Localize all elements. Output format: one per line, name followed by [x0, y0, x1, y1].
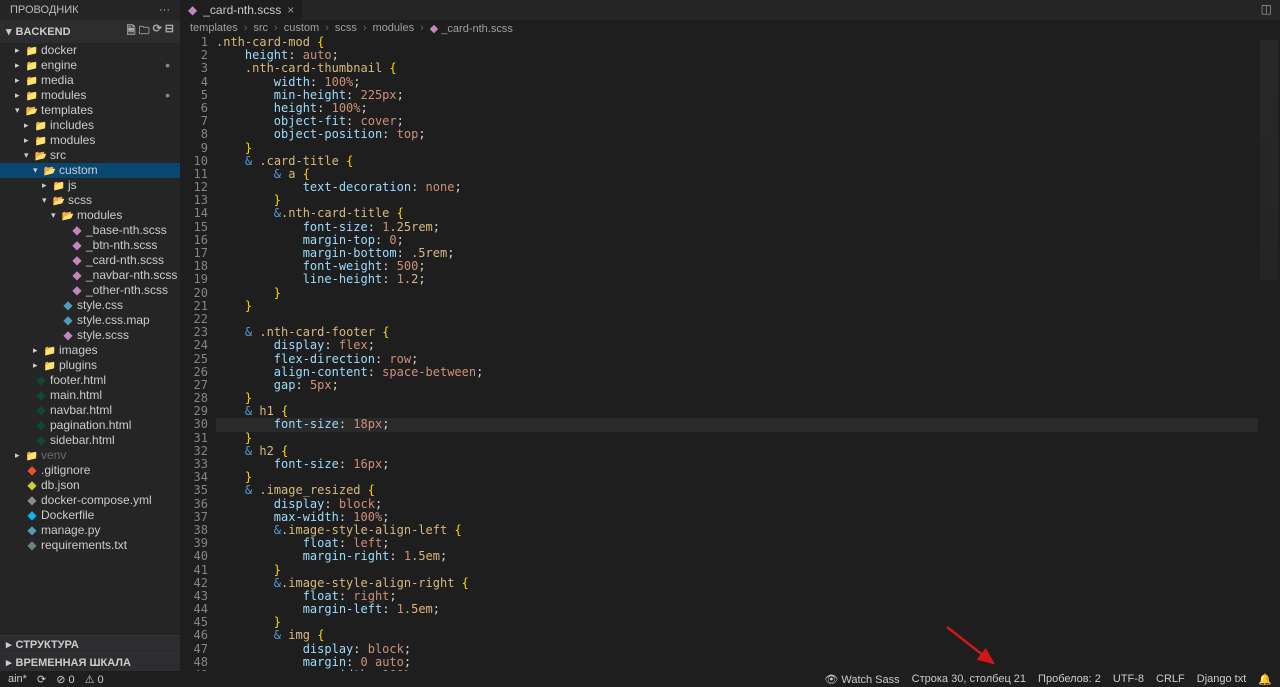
explorer-header: ПРОВОДНИК ··· [0, 0, 180, 20]
scss-icon: ◆ [188, 3, 197, 17]
refresh-icon[interactable]: ⟳ [153, 22, 162, 41]
tab-label: _card-nth.scss [203, 3, 281, 17]
tree-item[interactable]: ◆db.json [0, 478, 180, 493]
collapse-icon[interactable]: ⊟ [165, 22, 174, 41]
breadcrumb-item[interactable]: ◆ _card-nth.scss [430, 22, 513, 35]
sync-icon[interactable]: ⟳ [37, 673, 46, 686]
breadcrumb-item[interactable]: templates [190, 22, 238, 34]
sidebar-bottom-sections: ▸ СТРУКТУРА ▸ ВРЕМЕННАЯ ШКАЛА [0, 635, 180, 671]
file-tree[interactable]: ▸docker▸engine•▸media▸modules•▾templates… [0, 43, 180, 553]
tree-item[interactable]: ◆footer.html [0, 373, 180, 388]
tree-item[interactable]: ◆Dockerfile [0, 508, 180, 523]
tab-bar: ◆ _card-nth.scss × [180, 0, 1280, 20]
tree-item[interactable]: ◆docker-compose.yml [0, 493, 180, 508]
breadcrumb-item[interactable]: modules [373, 22, 415, 34]
close-icon[interactable]: × [287, 3, 294, 17]
tree-item[interactable]: ◆_other-nth.scss [0, 283, 180, 298]
tree-item[interactable]: ▾custom [0, 163, 180, 178]
minimap[interactable] [1258, 36, 1280, 671]
notifications-icon[interactable]: 🔔 [1258, 673, 1272, 686]
tree-item[interactable]: ▸images [0, 343, 180, 358]
section-timeline[interactable]: ▸ ВРЕМЕННАЯ ШКАЛА [0, 653, 180, 671]
tree-item[interactable]: ▸modules• [0, 88, 180, 103]
section-backend[interactable]: ▾ BACKEND 🗎 🗀 ⟳ ⊟ [0, 20, 180, 43]
tree-item[interactable]: ▸venv [0, 448, 180, 463]
tree-item[interactable]: ▸media [0, 73, 180, 88]
git-branch[interactable]: ain* [8, 673, 27, 685]
split-editor-icon[interactable]: ◫ [1261, 2, 1272, 16]
tree-item[interactable]: ◆style.scss [0, 328, 180, 343]
statusbar: ain* ⟳ ⊘ 0 ⚠ 0 👁 Watch Sass Строка 30, с… [0, 671, 1280, 687]
sidebar: ▾ BACKEND 🗎 🗀 ⟳ ⊟ ▸docker▸engine•▸media▸… [0, 20, 180, 671]
tree-item[interactable]: ◆_navbar-nth.scss [0, 268, 180, 283]
tree-item[interactable]: ◆pagination.html [0, 418, 180, 433]
tree-item[interactable]: ◆main.html [0, 388, 180, 403]
new-folder-icon[interactable]: 🗀 [139, 22, 150, 41]
tree-item[interactable]: ◆_card-nth.scss [0, 253, 180, 268]
tree-item[interactable]: ▸includes [0, 118, 180, 133]
eol[interactable]: CRLF [1156, 673, 1185, 685]
section-structure[interactable]: ▸ СТРУКТУРА [0, 635, 180, 653]
new-file-icon[interactable]: 🗎 [127, 22, 136, 41]
tree-item[interactable]: ▸engine• [0, 58, 180, 73]
chevron-down-icon: ▾ [6, 25, 12, 38]
gutter: 1234567891011121314151617181920212223242… [180, 36, 216, 671]
cursor-position[interactable]: Строка 30, столбец 21 [912, 673, 1026, 685]
breadcrumb-item[interactable]: custom [284, 22, 319, 34]
tree-item[interactable]: ▸docker [0, 43, 180, 58]
tree-item[interactable]: ◆_btn-nth.scss [0, 238, 180, 253]
indentation[interactable]: Пробелов: 2 [1038, 673, 1101, 685]
warnings-count[interactable]: ⚠ 0 [85, 673, 104, 686]
errors-count[interactable]: ⊘ 0 [56, 673, 74, 686]
watch-sass-button[interactable]: 👁 Watch Sass [824, 673, 899, 686]
tree-item[interactable]: ▾src [0, 148, 180, 163]
explorer-title: ПРОВОДНИК [10, 4, 79, 20]
breadcrumb-item[interactable]: src [253, 22, 268, 34]
tree-item[interactable]: ▾modules [0, 208, 180, 223]
tree-item[interactable]: ▸js [0, 178, 180, 193]
tree-item[interactable]: ◆style.css [0, 298, 180, 313]
language-mode[interactable]: Django txt [1197, 673, 1247, 685]
tree-item[interactable]: ◆_base-nth.scss [0, 223, 180, 238]
encoding[interactable]: UTF-8 [1113, 673, 1144, 685]
code[interactable]: .nth-card-mod { height: auto; .nth-card-… [216, 36, 1258, 671]
tree-item[interactable]: ◆sidebar.html [0, 433, 180, 448]
chevron-right-icon: ▸ [6, 638, 12, 651]
tab-card-nth[interactable]: ◆ _card-nth.scss × [180, 0, 303, 20]
chevron-right-icon: ▸ [6, 656, 12, 669]
tree-item[interactable]: ▾scss [0, 193, 180, 208]
tree-item[interactable]: ◆requirements.txt [0, 538, 180, 553]
explorer-actions[interactable]: ··· [159, 4, 170, 20]
tree-item[interactable]: ▾templates [0, 103, 180, 118]
tree-item[interactable]: ◆navbar.html [0, 403, 180, 418]
tree-item[interactable]: ◆.gitignore [0, 463, 180, 478]
tree-item[interactable]: ◆style.css.map [0, 313, 180, 328]
tree-item[interactable]: ▸plugins [0, 358, 180, 373]
tree-item[interactable]: ◆manage.py [0, 523, 180, 538]
breadcrumb-item[interactable]: scss [335, 22, 357, 34]
editor[interactable]: 1234567891011121314151617181920212223242… [180, 36, 1258, 671]
breadcrumb[interactable]: templates›src›custom›scss›modules›◆ _car… [180, 20, 1280, 36]
tree-item[interactable]: ▸modules [0, 133, 180, 148]
